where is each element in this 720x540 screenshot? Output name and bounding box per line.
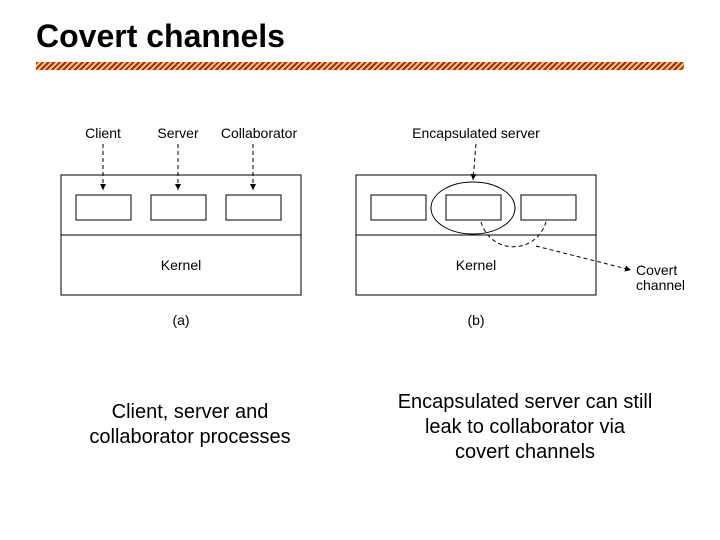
caption-a: Client, server and collaborator processe… (60, 400, 320, 450)
title-underline (36, 62, 684, 70)
covert-channel-label-2: channel (636, 277, 684, 293)
caption-b-line3: covert channels (455, 441, 595, 463)
figure-b: Kernel Encapsulated server Covert channe… (356, 125, 684, 328)
label-encapsulated: Encapsulated server (412, 125, 540, 141)
box-collaborator-b (521, 195, 576, 220)
box-server-b (446, 195, 501, 220)
figure-tag-b: (b) (467, 312, 484, 328)
caption-b-line2: leak to collaborator via (425, 416, 625, 438)
box-collaborator (226, 195, 281, 220)
kernel-label-b: Kernel (456, 257, 496, 273)
box-client-b (371, 195, 426, 220)
box-server (151, 195, 206, 220)
diagram-svg: Kernel Client Server Collaborator (a) Ke… (36, 120, 684, 350)
encapsulation-ring (431, 182, 515, 234)
label-server: Server (157, 125, 199, 141)
box-client (76, 195, 131, 220)
label-client: Client (85, 125, 121, 141)
kernel-label-a: Kernel (161, 257, 201, 273)
covert-channel-arc (481, 222, 546, 247)
slide-title: Covert channels (36, 18, 285, 55)
caption-b: Encapsulated server can still leak to co… (370, 390, 680, 465)
label-collaborator: Collaborator (221, 125, 298, 141)
figure-tag-a: (a) (172, 312, 189, 328)
caption-b-line1: Encapsulated server can still (398, 391, 653, 413)
covert-channel-label-1: Covert (636, 262, 677, 278)
figure-a: Kernel Client Server Collaborator (a) (61, 125, 301, 328)
